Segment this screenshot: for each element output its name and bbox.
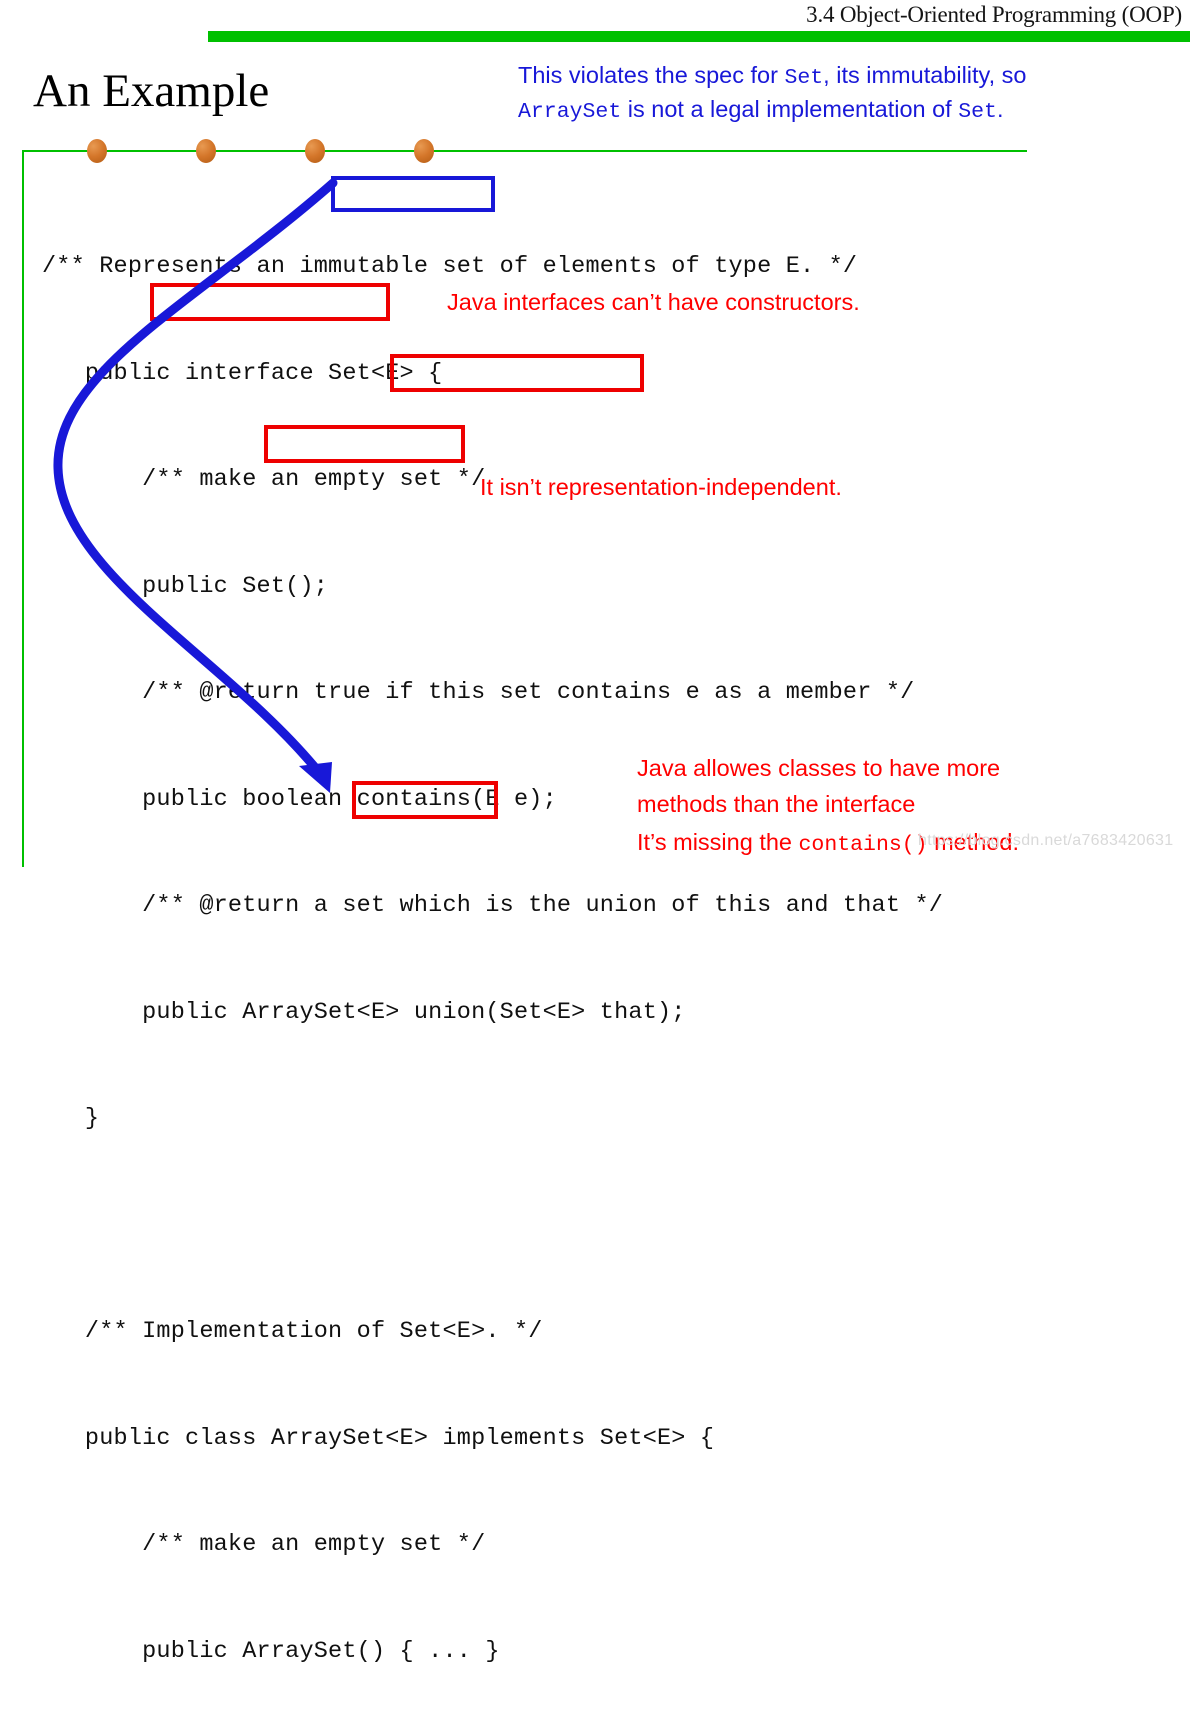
red-note-code-contains: contains() (798, 833, 928, 857)
bullet-dot-4 (414, 139, 434, 163)
watermark: https://blog.csdn.net/a7683420631 (918, 832, 1174, 849)
blue-note-text-2: , its immutability, so (823, 62, 1027, 88)
blue-note-code-arrayset: ArraySet (518, 100, 622, 124)
slide-header: 3.4 Object-Oriented Programming (OOP) (0, 0, 1190, 42)
red-note-missing-text-1: It’s missing the (637, 829, 799, 855)
code-listing: /** Represents an immutable set of eleme… (42, 178, 943, 1734)
code-line: /** @return a set which is the union of … (42, 892, 944, 919)
code-line: /** Represents an immutable set of eleme… (42, 253, 858, 280)
code-frame-top-border (22, 150, 1027, 152)
blue-note-line-2: ArraySet is not a legal implementation o… (518, 94, 1190, 128)
code-line: public ArraySet() { ... } (42, 1637, 500, 1665)
code-line: public Set(); (42, 572, 329, 600)
blue-note-text-4: . (996, 96, 1004, 122)
code-frame-left-border (22, 151, 24, 867)
code-line: /** make an empty set */ (42, 1531, 486, 1558)
code-line: public ArraySet<E> union(Set<E> that); (42, 998, 686, 1026)
code-line: } (42, 1105, 100, 1132)
bullet-dot-1 (87, 139, 107, 163)
header-green-rule (208, 31, 1190, 42)
bullet-dot-3 (305, 139, 325, 163)
blue-note-text-3: is not a legal implementation of (621, 96, 959, 122)
red-note-more-methods-line2: methods than the interface (637, 791, 916, 817)
blue-note-line-1: This violates the spec for Set, its immu… (518, 60, 1190, 94)
page-title: An Example (33, 65, 270, 117)
red-note-more-methods-line1: Java allowes classes to have more (637, 755, 1001, 781)
code-line: /** @return true if this set contains e … (42, 679, 915, 706)
red-note-constructors: Java interfaces can’t have constructors. (447, 289, 860, 315)
code-line: /** Implementation of Set<E>. */ (42, 1318, 543, 1345)
bullet-dot-2 (196, 139, 216, 163)
red-note-rep-independent: It isn’t representation-independent. (480, 474, 842, 500)
blue-note-text-1: This violates the spec for (518, 62, 785, 88)
blue-note-code-set: Set (784, 66, 824, 90)
code-line: public class ArraySet<E> implements Set<… (42, 1424, 715, 1452)
blue-note-code-set-2: Set (958, 100, 997, 124)
code-line: public interface Set<E> { (42, 359, 443, 387)
header-title: 3.4 Object-Oriented Programming (OOP) (806, 2, 1182, 27)
blue-annotation-note: This violates the spec for Set, its immu… (518, 60, 1190, 128)
